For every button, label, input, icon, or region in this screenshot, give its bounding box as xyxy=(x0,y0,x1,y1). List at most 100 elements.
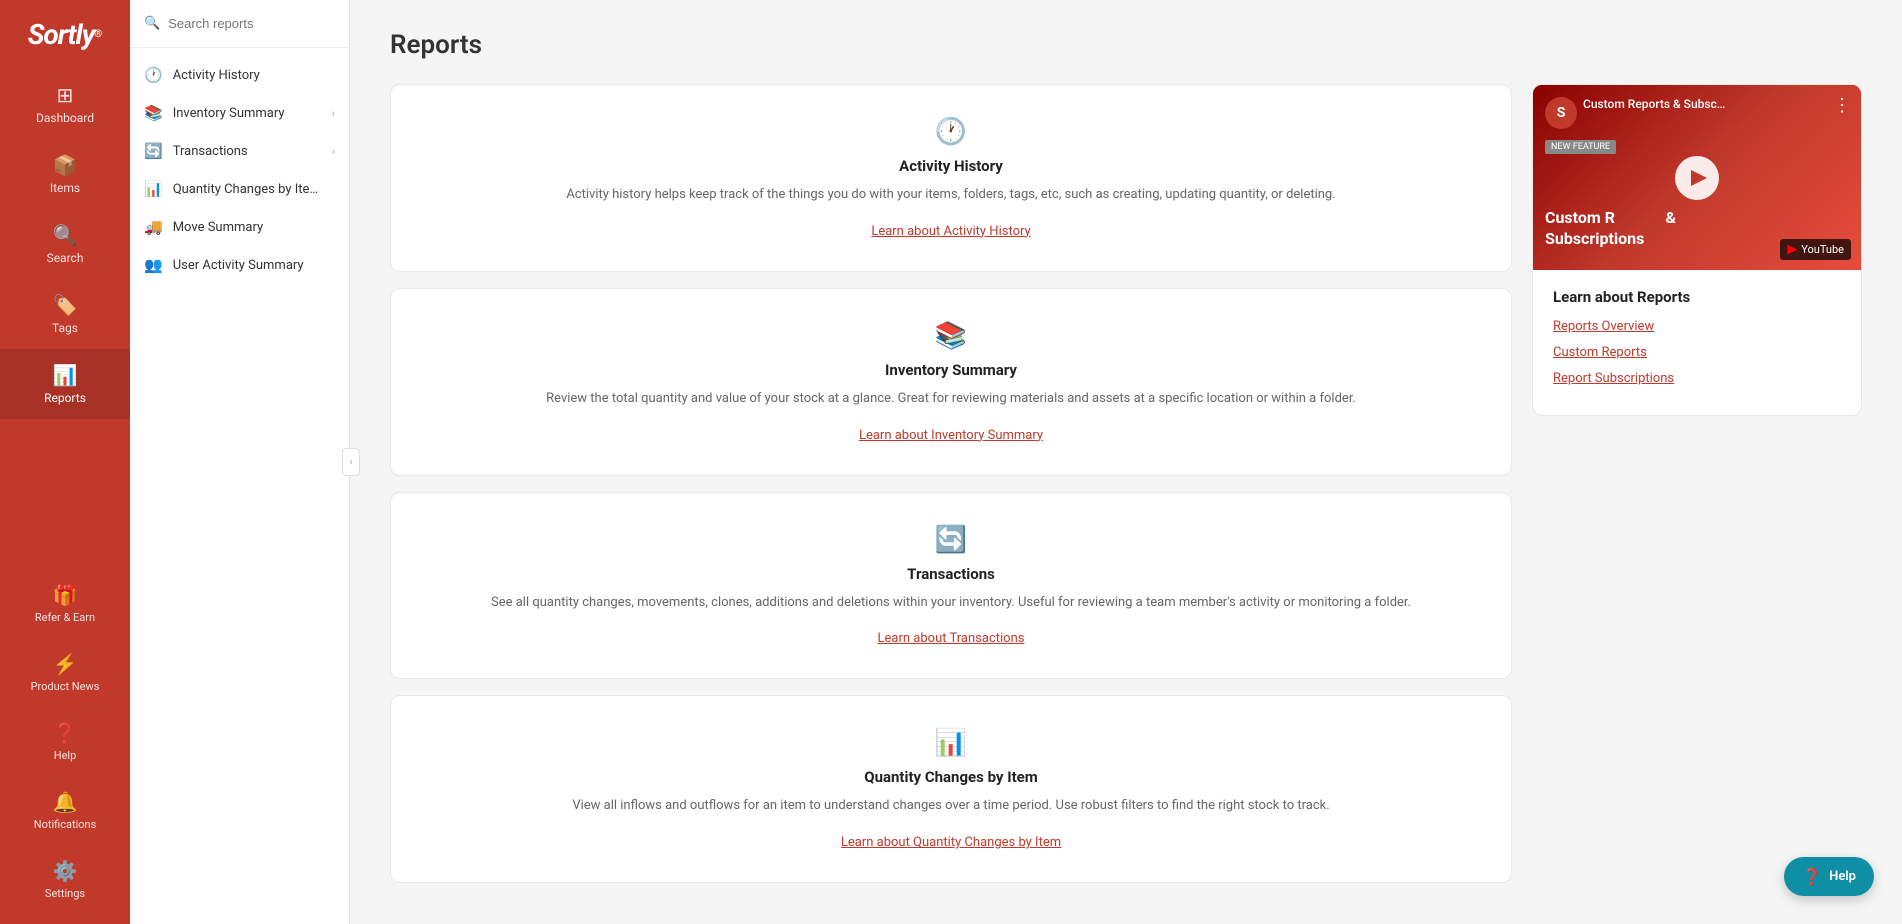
sub-sidebar-item-label: Transactions xyxy=(173,144,248,159)
content-grid: 🕐 Activity History Activity history help… xyxy=(390,84,1862,883)
side-links: Learn about Reports Reports Overview Cus… xyxy=(1533,270,1861,415)
video-title-overlay: Custom Reports & Subscriptions xyxy=(1545,208,1676,250)
side-panel: S Custom Reports & Subsc… NEW FEATURE Cu… xyxy=(1532,84,1862,416)
activity-history-card-icon: 🕐 xyxy=(431,117,1471,147)
activity-history-card-title: Activity History xyxy=(431,157,1471,175)
quantity-changes-card-icon: 📊 xyxy=(431,728,1471,758)
sub-sidebar-item-transactions[interactable]: 🔄 Transactions › xyxy=(130,132,349,170)
side-link-custom-reports[interactable]: Custom Reports xyxy=(1553,344,1841,362)
new-feature-badge: NEW FEATURE xyxy=(1545,140,1616,154)
chevron-right-icon: › xyxy=(332,107,335,120)
sub-sidebar-items: 🕐 Activity History 📚 Inventory Summary ›… xyxy=(130,48,349,292)
inventory-summary-card-icon: 📚 xyxy=(431,321,1471,351)
report-card-inventory-summary: 📚 Inventory Summary Review the total qua… xyxy=(390,288,1512,476)
sidebar-item-dashboard[interactable]: ⊞ Dashboard xyxy=(0,69,130,139)
side-link-report-subscriptions[interactable]: Report Subscriptions xyxy=(1553,370,1841,388)
sidebar-bottom: 🎁 Refer & Earn ⚡ Product News ❓ Help 🔔 N… xyxy=(0,569,130,924)
settings-icon: ⚙️ xyxy=(53,859,78,883)
sidebar-item-label: Tags xyxy=(52,321,78,335)
sub-sidebar-item-label: User Activity Summary xyxy=(173,258,304,273)
cards-column: 🕐 Activity History Activity history help… xyxy=(390,84,1512,883)
video-thumbnail[interactable]: S Custom Reports & Subsc… NEW FEATURE Cu… xyxy=(1533,85,1861,270)
video-menu-button[interactable]: ⋮ xyxy=(1833,95,1851,116)
tags-icon: 🏷️ xyxy=(53,293,78,317)
sidebar-item-label: Product News xyxy=(31,680,100,693)
activity-history-card-link[interactable]: Learn about Activity History xyxy=(871,224,1030,239)
help-fab-button[interactable]: ❓ Help xyxy=(1784,857,1874,896)
brand-name: Sortly xyxy=(28,18,95,51)
dashboard-icon: ⊞ xyxy=(57,83,74,107)
search-bar[interactable]: 🔍 xyxy=(130,0,349,48)
brand-superscript: ® xyxy=(94,29,102,40)
youtube-icon: ▶ xyxy=(1787,242,1797,257)
video-title-line2: Subscriptions xyxy=(1545,229,1676,250)
sidebar-item-settings[interactable]: ⚙️ Settings xyxy=(0,845,130,914)
play-button[interactable] xyxy=(1675,156,1719,200)
sub-sidebar-item-move-summary[interactable]: 🚚 Move Summary xyxy=(130,208,349,246)
help-fab-icon: ❓ xyxy=(1802,867,1822,886)
user-activity-icon: 👥 xyxy=(144,256,163,274)
transactions-icon: 🔄 xyxy=(144,142,163,160)
quantity-changes-card-title: Quantity Changes by Item xyxy=(431,768,1471,786)
video-title-line1: Custom Reports & xyxy=(1545,208,1676,229)
inventory-summary-card-desc: Review the total quantity and value of y… xyxy=(431,389,1471,410)
sidebar-item-refer[interactable]: 🎁 Refer & Earn xyxy=(0,569,130,638)
sidebar-item-items[interactable]: 📦 Items xyxy=(0,139,130,209)
sidebar-item-label: Search xyxy=(47,251,84,265)
sub-sidebar-item-quantity-changes[interactable]: 📊 Quantity Changes by Ite… xyxy=(130,170,349,208)
transactions-card-desc: See all quantity changes, movements, clo… xyxy=(431,593,1471,614)
sub-sidebar-item-label: Inventory Summary xyxy=(173,106,285,121)
report-card-activity-history: 🕐 Activity History Activity history help… xyxy=(390,84,1512,272)
sidebar-item-label: Dashboard xyxy=(36,111,94,125)
sidebar-item-label: Notifications xyxy=(34,818,97,831)
inventory-summary-card-link[interactable]: Learn about Inventory Summary xyxy=(859,428,1043,443)
sidebar-item-search[interactable]: 🔍 Search xyxy=(0,209,130,279)
help-fab-label: Help xyxy=(1829,869,1856,884)
sidebar-item-tags[interactable]: 🏷️ Tags xyxy=(0,279,130,349)
inventory-summary-card-title: Inventory Summary xyxy=(431,361,1471,379)
move-summary-icon: 🚚 xyxy=(144,218,163,236)
help-icon: ❓ xyxy=(53,721,78,745)
transactions-card-link[interactable]: Learn about Transactions xyxy=(878,631,1025,646)
activity-history-icon: 🕐 xyxy=(144,66,163,84)
reports-icon: 📊 xyxy=(53,363,78,387)
sub-sidebar: 🔍 🕐 Activity History 📚 Inventory Summary… xyxy=(130,0,350,924)
search-icon: 🔍 xyxy=(53,223,78,247)
sidebar-item-reports[interactable]: 📊 Reports xyxy=(0,349,130,419)
sidebar-item-label: Help xyxy=(54,749,77,762)
search-bar-icon: 🔍 xyxy=(144,16,160,31)
sub-sidebar-wrapper: 🔍 🕐 Activity History 📚 Inventory Summary… xyxy=(130,0,350,924)
side-links-title: Learn about Reports xyxy=(1553,288,1841,306)
sub-sidebar-item-inventory-summary[interactable]: 📚 Inventory Summary › xyxy=(130,94,349,132)
quantity-changes-icon: 📊 xyxy=(144,180,163,198)
search-input[interactable] xyxy=(168,16,344,31)
youtube-label: YouTube xyxy=(1801,243,1844,256)
quantity-changes-card-link[interactable]: Learn about Quantity Changes by Item xyxy=(841,835,1061,850)
product-news-icon: ⚡ xyxy=(53,652,78,676)
collapse-handle[interactable]: ‹ xyxy=(342,448,360,476)
sub-sidebar-item-label: Activity History xyxy=(173,68,260,83)
sidebar-nav: ⊞ Dashboard 📦 Items 🔍 Search 🏷️ Tags 📊 R… xyxy=(0,69,130,569)
sidebar-item-label: Refer & Earn xyxy=(35,611,95,624)
refer-icon: 🎁 xyxy=(53,583,78,607)
sub-sidebar-item-label: Quantity Changes by Ite… xyxy=(173,182,318,197)
transactions-card-icon: 🔄 xyxy=(431,525,1471,555)
sub-sidebar-item-activity-history[interactable]: 🕐 Activity History xyxy=(130,56,349,94)
sidebar-item-notifications[interactable]: 🔔 Notifications xyxy=(0,776,130,845)
sidebar-item-label: Settings xyxy=(45,887,85,900)
sidebar-item-product-news[interactable]: ⚡ Product News xyxy=(0,638,130,707)
page-title: Reports xyxy=(390,30,1862,60)
notifications-icon: 🔔 xyxy=(53,790,78,814)
report-card-quantity-changes: 📊 Quantity Changes by Item View all infl… xyxy=(390,695,1512,883)
side-link-reports-overview[interactable]: Reports Overview xyxy=(1553,318,1841,336)
inventory-summary-icon: 📚 xyxy=(144,104,163,122)
transactions-card-title: Transactions xyxy=(431,565,1471,583)
youtube-badge: ▶ YouTube xyxy=(1780,239,1851,260)
report-card-transactions: 🔄 Transactions See all quantity changes,… xyxy=(390,492,1512,680)
sidebar-item-help[interactable]: ❓ Help xyxy=(0,707,130,776)
sub-sidebar-item-user-activity[interactable]: 👥 User Activity Summary xyxy=(130,246,349,284)
video-logo: S xyxy=(1545,97,1577,129)
sub-sidebar-item-label: Move Summary xyxy=(173,220,263,235)
sidebar: Sortly® ⊞ Dashboard 📦 Items 🔍 Search 🏷️ … xyxy=(0,0,130,924)
logo[interactable]: Sortly® xyxy=(0,0,130,69)
